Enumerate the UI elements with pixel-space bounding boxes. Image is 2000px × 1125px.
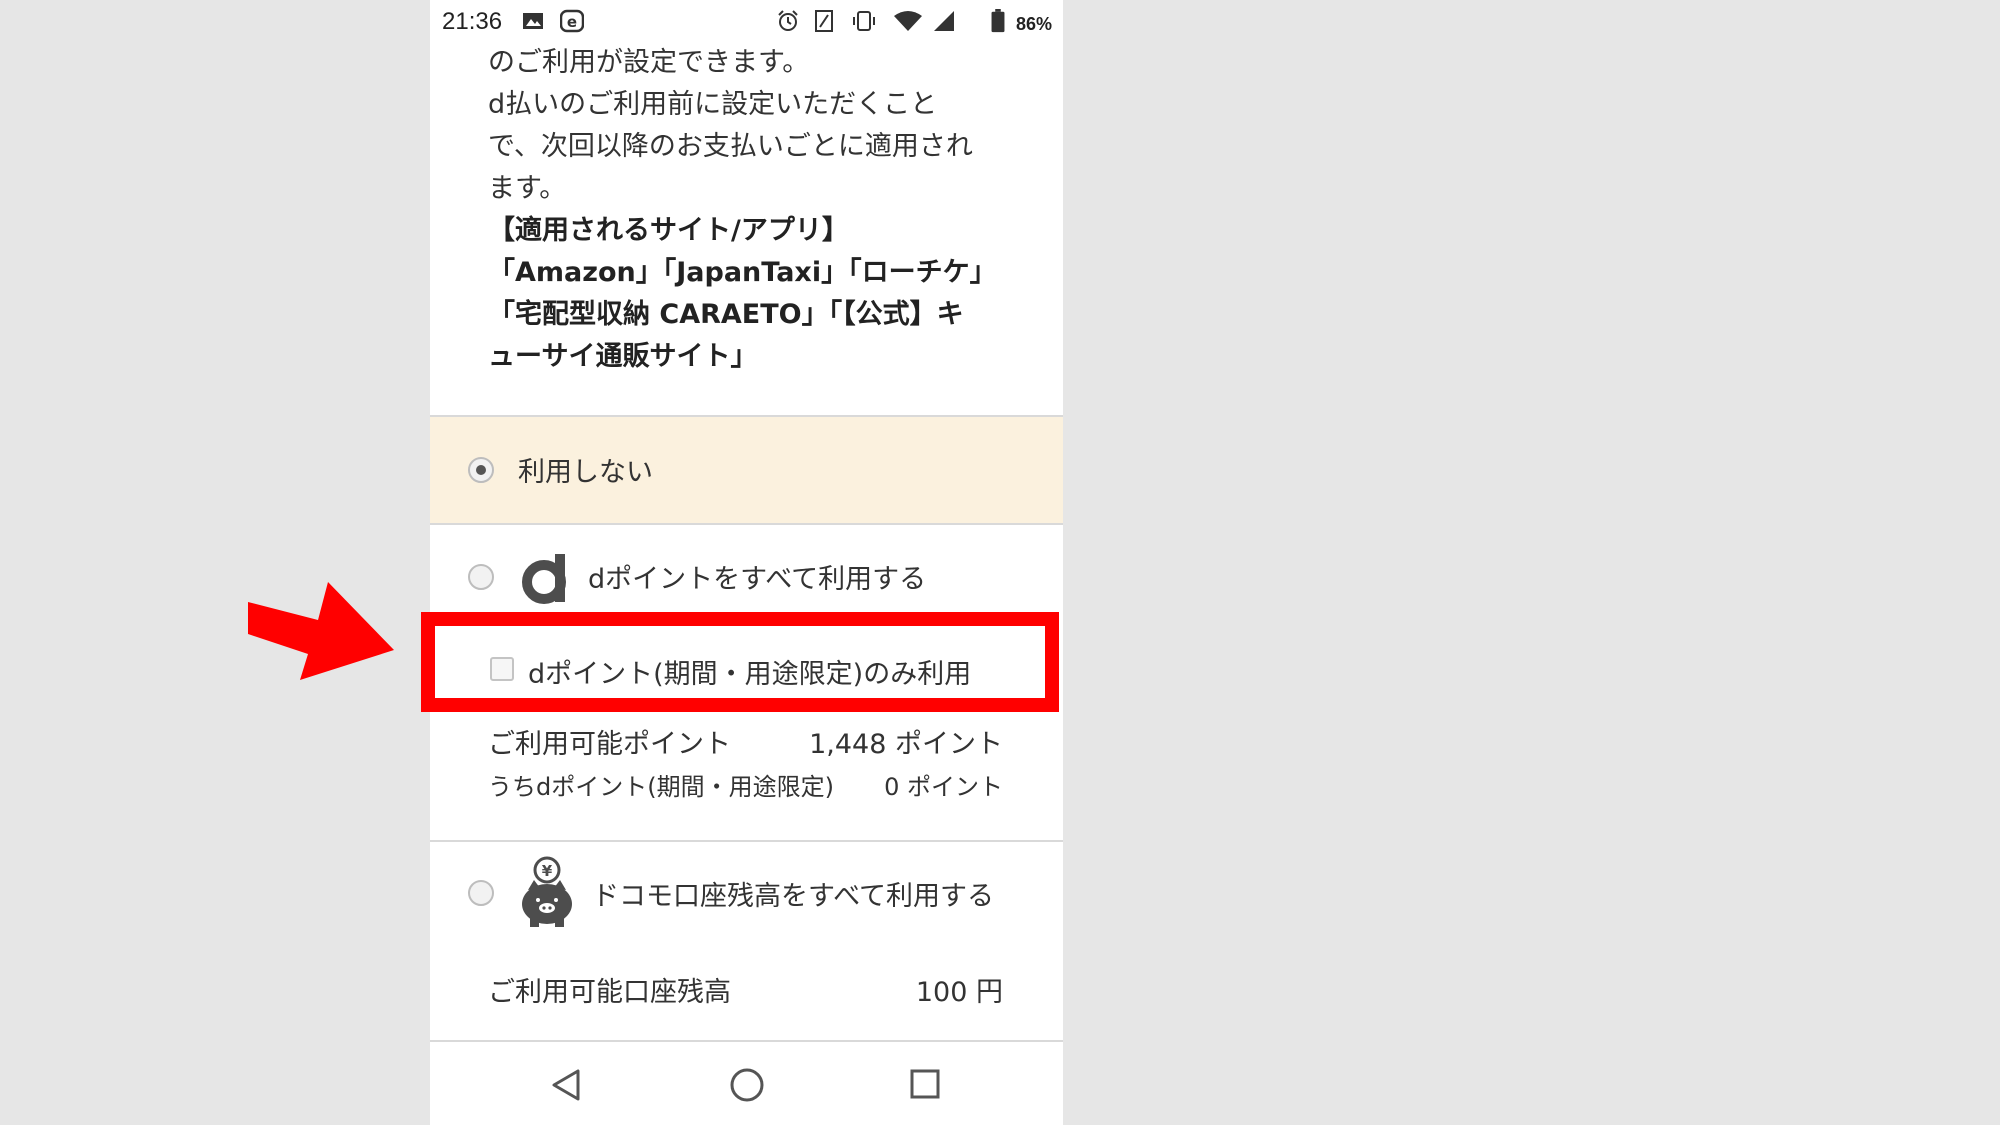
limited-points-value: 0 ポイント	[884, 773, 1003, 801]
option-none[interactable]: 利用しない	[430, 417, 1063, 523]
sites-line: ューサイ通販サイト」	[488, 341, 758, 372]
description-line: ます。	[488, 173, 567, 204]
battery-icon	[991, 9, 1005, 33]
signal-icon	[934, 11, 954, 31]
status-time: 21:36	[442, 8, 503, 35]
status-bar: 21:36 e 86%	[430, 0, 1063, 44]
e-app-icon: e	[560, 9, 584, 33]
nfc-icon	[815, 10, 833, 32]
description-line: のご利用が設定できます。	[488, 47, 810, 78]
radio-dpoint[interactable]	[468, 564, 494, 590]
svg-text:¥: ¥	[542, 862, 553, 880]
dpoint-logo-icon	[522, 554, 566, 604]
red-arrow-icon	[248, 582, 394, 680]
option-dpoint-label[interactable]: dポイントをすべて利用する	[588, 557, 926, 596]
image-icon	[523, 13, 543, 29]
description-line: d払いのご利用前に設定いただくこと	[488, 89, 938, 120]
divider	[430, 523, 1063, 525]
radio-none[interactable]	[468, 457, 494, 483]
vibrate-icon	[853, 11, 875, 31]
back-icon[interactable]	[550, 1068, 584, 1102]
svg-text:e: e	[567, 13, 577, 31]
radio-docomo[interactable]	[468, 880, 494, 906]
available-balance-value: 100 円	[915, 977, 1003, 1008]
option-none-label: 利用しない	[518, 457, 653, 488]
available-points-label: ご利用可能ポイント	[488, 729, 731, 760]
description-line: で、次回以降のお支払いごとに適用され	[488, 131, 973, 162]
phone-screen: 21:36 e 86% のご利用が設定できます。 d払いのご利用前に設定いただく…	[430, 0, 1063, 1125]
divider	[430, 840, 1063, 842]
sites-heading: 【適用されるサイト/アプリ】	[488, 215, 849, 246]
wifi-icon	[894, 11, 922, 31]
alarm-icon	[778, 10, 798, 31]
available-points-value: 1,448 ポイント	[809, 729, 1003, 760]
recent-apps-icon[interactable]	[909, 1068, 941, 1100]
option-docomo-label[interactable]: ドコモ口座残高をすべて利用する	[592, 874, 994, 913]
sites-line: 「宅配型収納 CARAETO」「【公式】キ	[488, 299, 964, 330]
limited-points-label: うちdポイント(期間・用途限定)	[488, 773, 834, 801]
navigation-bar	[430, 1042, 1063, 1125]
piggy-bank-icon: ¥	[522, 856, 572, 927]
battery-percent: 86%	[1016, 14, 1053, 34]
description: のご利用が設定できます。 d払いのご利用前に設定いただくこと で、次回以降のお支…	[488, 42, 1028, 378]
sites-line: 「Amazon」「JapanTaxi」「ローチケ」	[488, 257, 997, 288]
home-icon[interactable]	[728, 1066, 766, 1104]
available-balance-label: ご利用可能口座残高	[488, 977, 731, 1008]
highlight-box	[421, 612, 1059, 712]
